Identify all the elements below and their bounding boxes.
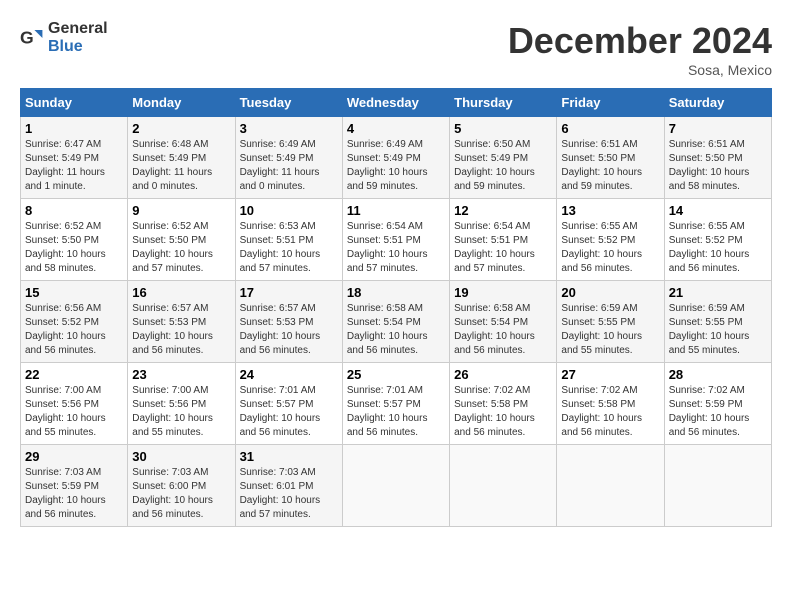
day-cell-30: 30Sunrise: 7:03 AMSunset: 6:00 PMDayligh… (128, 445, 235, 527)
calendar-week-2: 8Sunrise: 6:52 AMSunset: 5:50 PMDaylight… (21, 199, 772, 281)
day-cell-1: 1Sunrise: 6:47 AMSunset: 5:49 PMDaylight… (21, 117, 128, 199)
day-cell-16: 16Sunrise: 6:57 AMSunset: 5:53 PMDayligh… (128, 281, 235, 363)
day-cell-18: 18Sunrise: 6:58 AMSunset: 5:54 PMDayligh… (342, 281, 449, 363)
calendar-subtitle: Sosa, Mexico (508, 62, 772, 78)
day-cell-2: 2Sunrise: 6:48 AMSunset: 5:49 PMDaylight… (128, 117, 235, 199)
header-sunday: Sunday (21, 89, 128, 117)
logo-icon: G (20, 26, 44, 50)
day-cell-27: 27Sunrise: 7:02 AMSunset: 5:58 PMDayligh… (557, 363, 664, 445)
header-tuesday: Tuesday (235, 89, 342, 117)
day-cell-15: 15Sunrise: 6:56 AMSunset: 5:52 PMDayligh… (21, 281, 128, 363)
logo-blue: Blue (48, 38, 83, 55)
day-cell-11: 11Sunrise: 6:54 AMSunset: 5:51 PMDayligh… (342, 199, 449, 281)
calendar-week-3: 15Sunrise: 6:56 AMSunset: 5:52 PMDayligh… (21, 281, 772, 363)
title-area: December 2024 Sosa, Mexico (508, 20, 772, 78)
calendar-title: December 2024 (508, 20, 772, 62)
day-cell-13: 13Sunrise: 6:55 AMSunset: 5:52 PMDayligh… (557, 199, 664, 281)
day-cell-23: 23Sunrise: 7:00 AMSunset: 5:56 PMDayligh… (128, 363, 235, 445)
day-cell-6: 6Sunrise: 6:51 AMSunset: 5:50 PMDaylight… (557, 117, 664, 199)
day-cell-31: 31Sunrise: 7:03 AMSunset: 6:01 PMDayligh… (235, 445, 342, 527)
day-cell-5: 5Sunrise: 6:50 AMSunset: 5:49 PMDaylight… (450, 117, 557, 199)
header-thursday: Thursday (450, 89, 557, 117)
day-cell-3: 3Sunrise: 6:49 AMSunset: 5:49 PMDaylight… (235, 117, 342, 199)
calendar-week-4: 22Sunrise: 7:00 AMSunset: 5:56 PMDayligh… (21, 363, 772, 445)
day-cell-empty (450, 445, 557, 527)
page-header: G General Blue December 2024 Sosa, Mexic… (20, 20, 772, 78)
day-cell-28: 28Sunrise: 7:02 AMSunset: 5:59 PMDayligh… (664, 363, 771, 445)
logo: G General Blue (20, 20, 108, 56)
svg-text:G: G (20, 28, 34, 48)
logo-general: General (48, 20, 108, 37)
day-cell-20: 20Sunrise: 6:59 AMSunset: 5:55 PMDayligh… (557, 281, 664, 363)
day-cell-25: 25Sunrise: 7:01 AMSunset: 5:57 PMDayligh… (342, 363, 449, 445)
header-wednesday: Wednesday (342, 89, 449, 117)
day-cell-empty (342, 445, 449, 527)
day-cell-29: 29Sunrise: 7:03 AMSunset: 5:59 PMDayligh… (21, 445, 128, 527)
day-cell-empty (557, 445, 664, 527)
calendar-week-5: 29Sunrise: 7:03 AMSunset: 5:59 PMDayligh… (21, 445, 772, 527)
day-cell-22: 22Sunrise: 7:00 AMSunset: 5:56 PMDayligh… (21, 363, 128, 445)
calendar-table: Sunday Monday Tuesday Wednesday Thursday… (20, 88, 772, 527)
day-cell-12: 12Sunrise: 6:54 AMSunset: 5:51 PMDayligh… (450, 199, 557, 281)
day-cell-9: 9Sunrise: 6:52 AMSunset: 5:50 PMDaylight… (128, 199, 235, 281)
day-cell-21: 21Sunrise: 6:59 AMSunset: 5:55 PMDayligh… (664, 281, 771, 363)
header-saturday: Saturday (664, 89, 771, 117)
day-cell-24: 24Sunrise: 7:01 AMSunset: 5:57 PMDayligh… (235, 363, 342, 445)
day-cell-26: 26Sunrise: 7:02 AMSunset: 5:58 PMDayligh… (450, 363, 557, 445)
day-cell-14: 14Sunrise: 6:55 AMSunset: 5:52 PMDayligh… (664, 199, 771, 281)
calendar-week-1: 1Sunrise: 6:47 AMSunset: 5:49 PMDaylight… (21, 117, 772, 199)
header-friday: Friday (557, 89, 664, 117)
header-row: Sunday Monday Tuesday Wednesday Thursday… (21, 89, 772, 117)
day-cell-8: 8Sunrise: 6:52 AMSunset: 5:50 PMDaylight… (21, 199, 128, 281)
day-cell-17: 17Sunrise: 6:57 AMSunset: 5:53 PMDayligh… (235, 281, 342, 363)
day-cell-7: 7Sunrise: 6:51 AMSunset: 5:50 PMDaylight… (664, 117, 771, 199)
day-cell-10: 10Sunrise: 6:53 AMSunset: 5:51 PMDayligh… (235, 199, 342, 281)
header-monday: Monday (128, 89, 235, 117)
day-cell-19: 19Sunrise: 6:58 AMSunset: 5:54 PMDayligh… (450, 281, 557, 363)
day-cell-4: 4Sunrise: 6:49 AMSunset: 5:49 PMDaylight… (342, 117, 449, 199)
day-cell-empty (664, 445, 771, 527)
